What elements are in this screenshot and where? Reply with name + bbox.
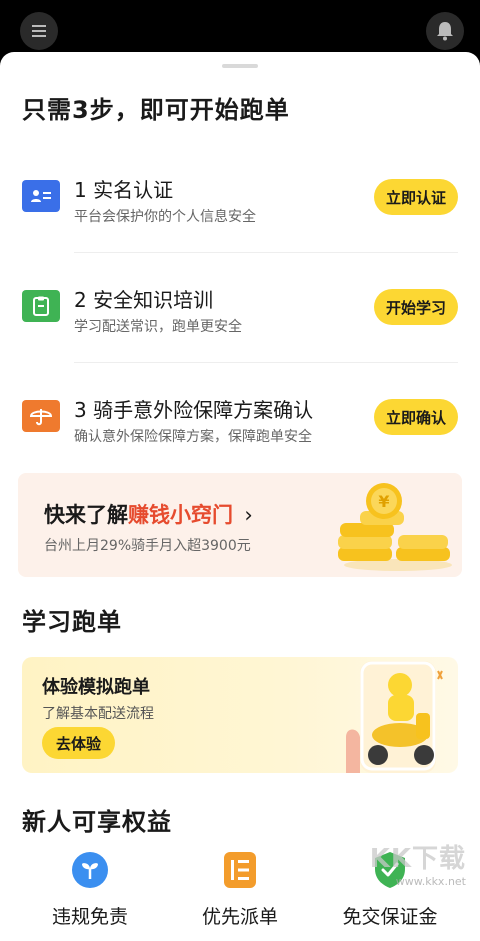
benefit-label: 优先派单	[201, 906, 278, 928]
clipboard-icon	[22, 290, 60, 322]
rider-on-scooter-illustration	[346, 661, 443, 773]
promo-title: 快来了解赚钱小窍门 ›	[44, 499, 253, 529]
step-subtitle: 确认意外保险保障方案，保障跑单安全	[74, 429, 312, 445]
simulation-card-subtitle: 了解基本配送流程	[42, 706, 154, 722]
start-learning-button[interactable]: 开始学习	[373, 289, 458, 325]
step-title: 3 骑手意外险保障方案确认	[74, 398, 314, 422]
list-icon	[222, 852, 258, 888]
watermark-url: www.kkx.net	[395, 875, 466, 888]
confirm-now-button[interactable]: 立即确认	[373, 399, 458, 435]
watermark: KK下载 www.kkx.net	[346, 838, 466, 888]
step-safety-training: 2 安全知识培训 学习配送常识，跑单更安全 开始学习	[0, 254, 480, 364]
step-real-name: 1 实名认证 平台会保护你的个人信息安全 立即认证	[0, 144, 480, 254]
verify-now-button[interactable]: 立即认证	[373, 179, 458, 215]
umbrella-icon	[22, 400, 60, 432]
id-card-icon	[22, 180, 60, 212]
menu-button[interactable]	[20, 12, 58, 50]
promo-title-highlight: 赚钱小窍门	[128, 503, 233, 527]
benefit-label: 免交保证金	[342, 906, 438, 928]
try-it-button[interactable]: 去体验	[42, 727, 116, 759]
benefits-section-title: 新人可享权益	[22, 808, 172, 836]
benefit-label: 违规免责	[51, 906, 128, 928]
onboarding-sheet: 只需3步，即可开始跑单 1 实名认证 平台会保护你的个人信息安全 立即认证 2 …	[0, 52, 480, 941]
earning-tips-banner[interactable]: 快来了解赚钱小窍门 › 台州上月29%骑手月入超3900元 ¥	[18, 473, 462, 577]
divider	[74, 362, 458, 363]
simulation-card[interactable]: 体验模拟跑单 了解基本配送流程 去体验	[22, 657, 458, 773]
step-title: 2 安全知识培训	[74, 288, 214, 312]
sprout-icon	[72, 852, 108, 888]
coin-stack-illustration: ¥	[338, 483, 452, 571]
step-insurance-confirm: 3 骑手意外险保障方案确认 确认意外保险保障方案，保障跑单安全 立即确认	[0, 364, 480, 474]
step-title: 1 实名认证	[74, 178, 174, 202]
bell-icon	[437, 22, 453, 41]
benefit-violation-exemption[interactable]: 违规免责	[10, 842, 170, 932]
step-subtitle: 平台会保护你的个人信息安全	[74, 209, 256, 225]
step-subtitle: 学习配送常识，跑单更安全	[74, 319, 242, 335]
learn-section-title: 学习跑单	[22, 608, 122, 636]
divider	[74, 252, 458, 253]
notification-button[interactable]	[426, 12, 464, 50]
simulation-card-title: 体验模拟跑单	[42, 677, 150, 698]
chevron-right-icon: ›	[244, 503, 253, 527]
sheet-drag-handle[interactable]	[222, 64, 258, 68]
promo-title-prefix: 快来了解	[44, 503, 128, 527]
page-title: 只需3步，即可开始跑单	[22, 96, 290, 124]
promo-subtitle: 台州上月29%骑手月入超3900元	[44, 538, 251, 554]
svg-text:¥: ¥	[378, 492, 389, 511]
benefit-priority-dispatch[interactable]: 优先派单	[160, 842, 320, 932]
menu-icon	[32, 25, 46, 37]
watermark-text: KK下载	[369, 844, 466, 874]
